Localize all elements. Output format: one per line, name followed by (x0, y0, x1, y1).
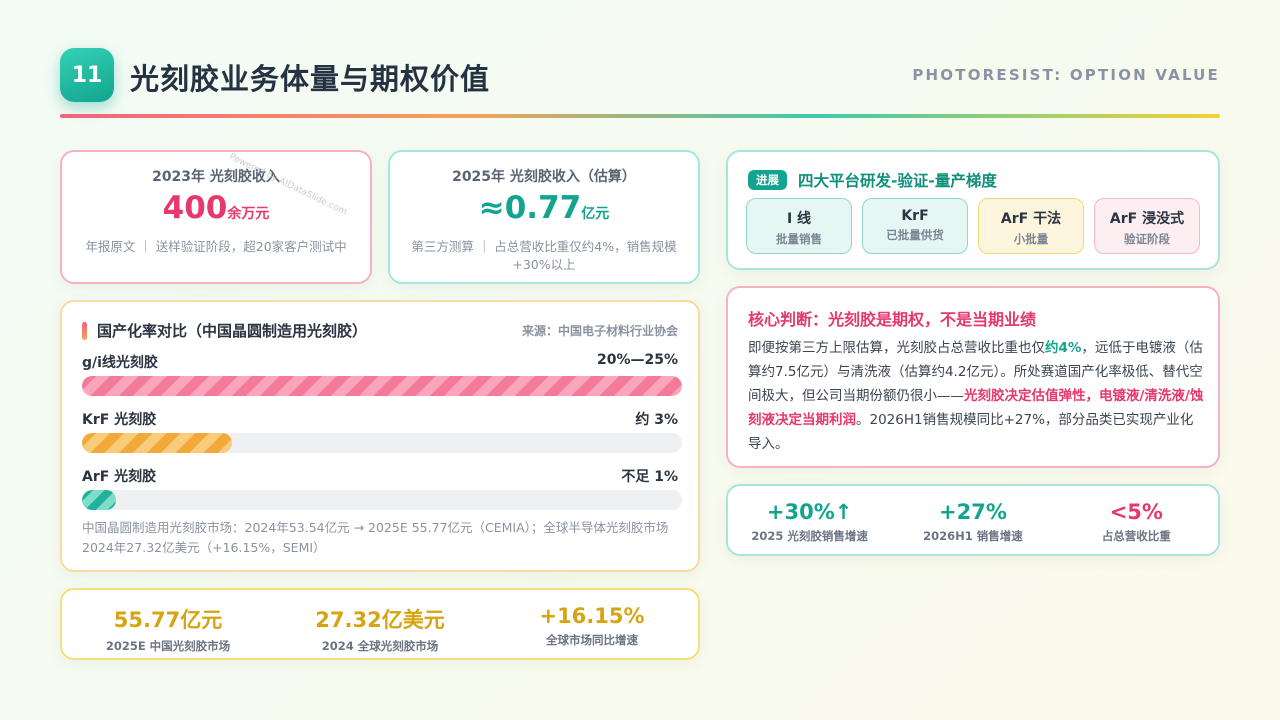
core-judgment-card: 核心判断：光刻胶是期权，不是当期业绩 即便按第三方上限估算，光刻胶占总营收比重也… (726, 286, 1220, 468)
source-note: 来源：中国电子材料行业协会 (521, 324, 678, 338)
accent-bar (82, 321, 87, 340)
row-value-arf: 不足 1% (621, 469, 678, 485)
kpi-item: +27% 2026H1 销售增速 (891, 486, 1054, 554)
stat-unit: 亿元 (581, 206, 610, 222)
kpi-value: +30%↑ (766, 500, 853, 524)
kpi-value: 27.32亿美元 (315, 608, 445, 632)
platform-chip-arf-immersion: ArF 浸没式 验证阶段 (1094, 198, 1200, 254)
progress-fill-gi (82, 376, 682, 396)
kpi-caption: 2025E 中国光刻胶市场 (105, 639, 231, 653)
stat-note: 年报原文 ｜ 送样验证阶段，超20家客户测试中 (85, 239, 347, 254)
kpi-item: 55.77亿元 2025E 中国光刻胶市场 (62, 590, 274, 658)
chip-status: 验证阶段 (1124, 232, 1170, 246)
card-title: 国产化率对比（中国晶圆制造用光刻胶） (97, 322, 368, 340)
chip-status: 批量销售 (776, 232, 822, 246)
progress-track-krf (82, 433, 682, 453)
platform-chip-krf: KrF 已批量供货 (862, 198, 968, 254)
market-footnote: 中国晶圆制造用光刻胶市场：2024年53.54亿元 → 2025E 55.77亿… (82, 520, 669, 555)
row-label-krf: KrF 光刻胶 (82, 412, 157, 428)
card-title: 四大平台研发-验证-量产梯度 (798, 172, 997, 190)
localization-rate-card: 国产化率对比（中国晶圆制造用光刻胶） 来源：中国电子材料行业协会 g/i线光刻胶… (60, 300, 700, 572)
card-header: 国产化率对比（中国晶圆制造用光刻胶） (82, 320, 367, 341)
chip-status: 已批量供货 (886, 228, 944, 242)
judgment-body: 即便按第三方上限估算，光刻胶占总营收比重也仅约4%，远低于电镀液（估算约7.5亿… (748, 336, 1204, 456)
stat-card-2025-revenue: 2025年 光刻胶收入（估算） ≈0.77亿元 第三方测算 ｜ 占总营收比重仅约… (388, 150, 700, 284)
chip-name: ArF 干法 (1000, 211, 1062, 227)
platform-chips: I 线 批量销售 KrF 已批量供货 ArF 干法 小批量 ArF 浸没式 验证… (746, 198, 1200, 254)
progress-fill-krf (82, 433, 232, 453)
row-value-gi: 20%—25% (596, 352, 678, 368)
row-label-arf: ArF 光刻胶 (82, 469, 157, 485)
kpi-item: +16.15% 全球市场同比增速 (486, 590, 698, 658)
stat-number: ≈0.77 (478, 190, 582, 226)
stat-note: 第三方测算 ｜ 占总营收比重仅约4%，销售规模+30%以上 (411, 239, 677, 272)
kpi-value: 55.77亿元 (113, 608, 223, 632)
chip-name: I 线 (786, 211, 812, 227)
row-value-krf: 约 3% (635, 412, 678, 428)
stat-label: 2023年 光刻胶收入 (152, 169, 280, 185)
kpi-caption: 占总营收比重 (1101, 529, 1171, 543)
platform-progress-card: 进展 四大平台研发-验证-量产梯度 I 线 批量销售 KrF 已批量供货 ArF… (726, 150, 1220, 270)
platform-chip-arf-dry: ArF 干法 小批量 (978, 198, 1084, 254)
header-divider (60, 114, 1220, 118)
chip-status: 小批量 (1013, 232, 1049, 246)
kpi-item: +30%↑ 2025 光刻胶销售增速 (728, 486, 891, 554)
kpi-caption: 全球市场同比增速 (546, 633, 638, 647)
progress-tag: 进展 (748, 170, 787, 190)
platform-chip-i-line: I 线 批量销售 (746, 198, 852, 254)
market-kpi-strip: 55.77亿元 2025E 中国光刻胶市场 27.32亿美元 2024 全球光刻… (60, 588, 700, 660)
page-subtitle-en: PHOTORESIST: OPTION VALUE (912, 66, 1220, 84)
page-title: 光刻胶业务体量与期权价值 (130, 62, 491, 96)
kpi-caption: 2026H1 销售增速 (923, 529, 1023, 543)
kpi-value: <5% (1109, 500, 1163, 524)
chip-name: ArF 浸没式 (1109, 211, 1185, 227)
kpi-caption: 2025 光刻胶销售增速 (751, 529, 868, 543)
stat-label: 2025年 光刻胶收入（估算） (452, 169, 636, 185)
progress-track-gi (82, 376, 682, 396)
stat-number: 400 (162, 190, 228, 226)
text-part: 即便按第三方上限估算，光刻胶占总营收比重也仅 (748, 340, 1045, 356)
card-title: 核心判断：光刻胶是期权，不是当期业绩 (748, 310, 1037, 329)
progress-track-arf (82, 490, 682, 510)
highlight-text: 约4% (1045, 340, 1082, 356)
kpi-value: +16.15% (539, 604, 645, 628)
chip-name: KrF (901, 208, 929, 224)
kpi-item: <5% 占总营收比重 (1055, 486, 1218, 554)
section-number-badge: 11 (60, 48, 114, 102)
growth-kpi-strip: +30%↑ 2025 光刻胶销售增速 +27% 2026H1 销售增速 <5% … (726, 484, 1220, 556)
kpi-caption: 2024 全球光刻胶市场 (321, 639, 439, 653)
kpi-item: 27.32亿美元 2024 全球光刻胶市场 (274, 590, 486, 658)
row-label-gi: g/i线光刻胶 (82, 355, 158, 371)
progress-fill-arf (82, 490, 117, 510)
stat-unit: 余万元 (227, 206, 270, 222)
stat-value: ≈0.77亿元 (390, 190, 698, 232)
kpi-value: +27% (939, 500, 1007, 524)
